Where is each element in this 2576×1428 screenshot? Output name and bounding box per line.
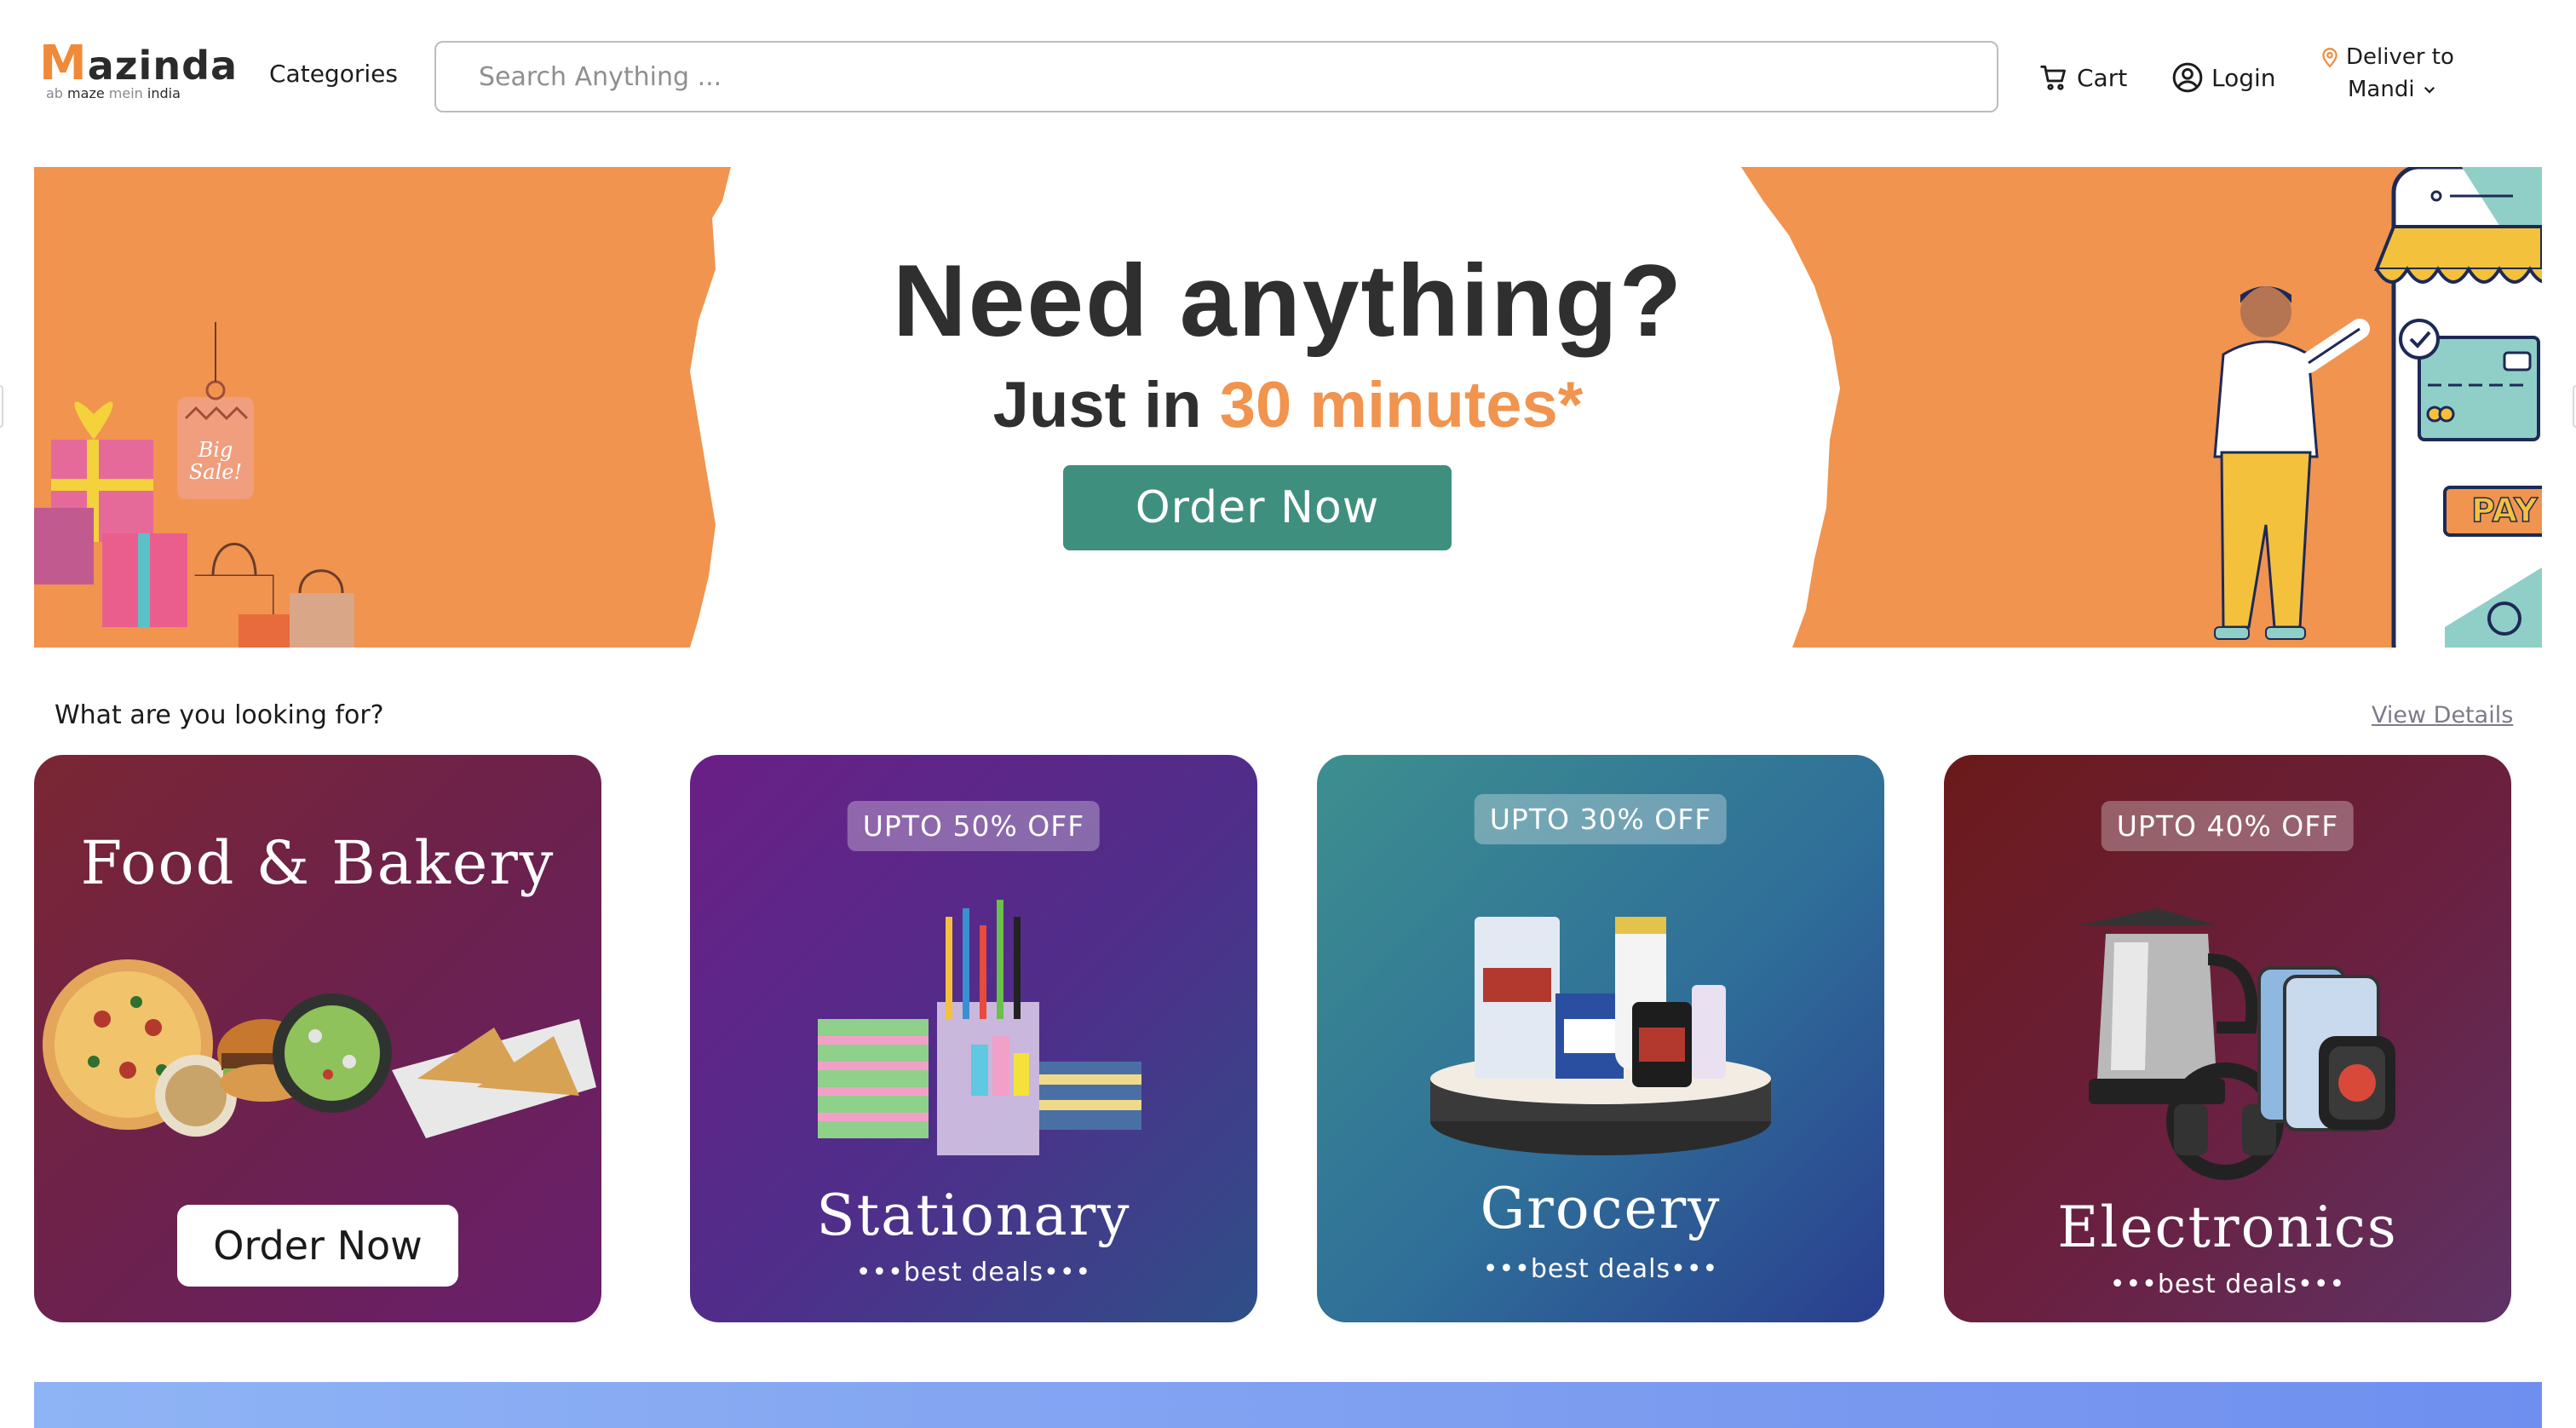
hero-title: Need anything? — [892, 244, 1684, 358]
carousel-prev-handle[interactable] — [0, 385, 3, 428]
discount-badge: UPTO 40% OFF — [2101, 801, 2355, 851]
category-card-stationary[interactable]: UPTO 50% OFF Stationary •••best deals••• — [690, 755, 1257, 1322]
stationary-image — [818, 900, 1141, 1155]
section-title: What are you looking for? — [55, 700, 384, 730]
search-input[interactable] — [436, 43, 1997, 111]
category-card-food-bakery[interactable]: Food & Bakery Order Now — [34, 755, 601, 1322]
search-bar[interactable] — [434, 41, 1998, 112]
cart-link[interactable]: Cart — [2038, 56, 2127, 99]
svg-text:Sale!: Sale! — [189, 460, 242, 484]
user-circle-icon — [2172, 62, 2203, 93]
mazinda-logo[interactable]: Mazinda ab maze mein india — [39, 36, 239, 106]
card-subtitle: •••best deals••• — [855, 1258, 1092, 1287]
food-order-now-button[interactable]: Order Now — [177, 1205, 458, 1287]
login-label: Login — [2211, 63, 2276, 92]
card-subtitle: •••best deals••• — [1482, 1254, 1719, 1284]
chevron-down-icon — [2424, 86, 2435, 94]
deliver-label: Deliver to — [2346, 44, 2454, 70]
carousel-next-handle[interactable] — [2573, 385, 2576, 428]
hero-subtitle-accent: 30 minutes* — [1219, 369, 1584, 441]
site-header: Mazinda ab maze mein india Categories Ca… — [0, 0, 2576, 153]
deliver-location-selector[interactable]: Deliver to Mandi — [2319, 44, 2489, 112]
cart-icon — [2040, 65, 2066, 90]
logo-wordmark: Mazinda — [39, 36, 239, 91]
category-card-grocery[interactable]: UPTO 30% OFF Grocery •••best deals••• — [1317, 755, 1884, 1322]
electronics-image — [2080, 908, 2395, 1180]
deliver-location: Mandi — [2348, 77, 2415, 102]
grocery-image — [1430, 917, 1771, 1155]
hero-banner: Big Sale! PAY Need anything? Just in 30 … — [34, 167, 2542, 648]
food-bakery-image — [43, 959, 596, 1138]
login-link[interactable]: Login — [2171, 56, 2276, 99]
discount-badge: UPTO 50% OFF — [847, 801, 1101, 851]
discount-badge: UPTO 30% OFF — [1474, 794, 1728, 844]
card-title: Food & Bakery — [80, 828, 555, 898]
card-title: Electronics — [2057, 1195, 2398, 1260]
view-details-link[interactable]: View Details — [2372, 702, 2513, 728]
category-card-electronics[interactable]: UPTO 40% OFF Electronics •••best deals••… — [1944, 755, 2511, 1322]
secondary-banner — [34, 1382, 2542, 1428]
hero-subtitle: Just in 30 minutes* — [992, 369, 1584, 441]
categories-link[interactable]: Categories — [269, 60, 398, 88]
pay-label: PAY — [2471, 492, 2538, 529]
card-title: Grocery — [1480, 1176, 1722, 1241]
location-pin-icon — [2322, 48, 2337, 68]
card-title: Stationary — [816, 1183, 1131, 1248]
logo-tagline: ab maze mein india — [46, 85, 181, 101]
hero-order-now-button[interactable]: Order Now — [1063, 465, 1452, 550]
card-subtitle: •••best deals••• — [2109, 1270, 2346, 1299]
cart-label: Cart — [2077, 63, 2128, 92]
